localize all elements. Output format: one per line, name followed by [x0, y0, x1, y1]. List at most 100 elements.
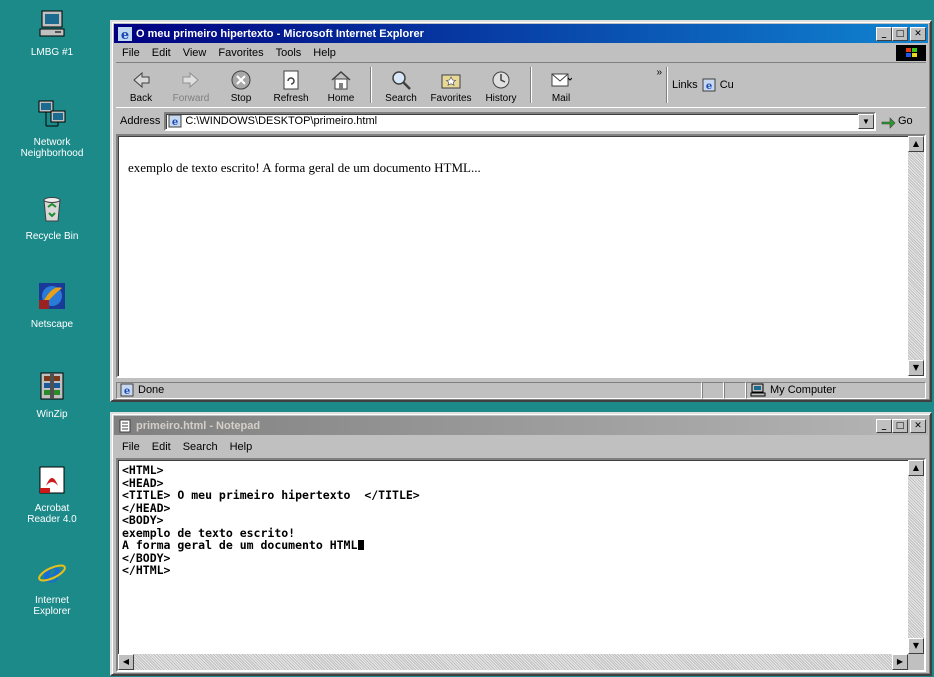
go-arrow-icon: [881, 117, 896, 129]
home-icon: [331, 70, 351, 90]
menu-help[interactable]: Help: [224, 441, 259, 453]
menu-tools[interactable]: Tools: [270, 47, 308, 59]
desktop-icon-label: LMBG #1: [30, 47, 74, 58]
maximize-button[interactable]: □: [892, 418, 908, 433]
page-icon: e: [168, 114, 182, 128]
minimize-button[interactable]: _: [876, 418, 892, 433]
notepad-horizontal-scrollbar[interactable]: ◀ ▶: [118, 654, 908, 670]
code-line: <TITLE> O meu primeiro hipertexto </TITL…: [122, 488, 420, 502]
notepad-text-area[interactable]: <HTML> <HEAD> <TITLE> O meu primeiro hiper…: [116, 458, 926, 672]
trash-icon: [43, 197, 61, 222]
network-neighborhood-icon[interactable]: Network Neighborhood: [6, 98, 98, 159]
scroll-left-button[interactable]: ◀: [118, 654, 134, 670]
ie-page-area: exemplo de texto escrito! A forma geral …: [116, 134, 926, 378]
netscape-icon[interactable]: Netscape: [6, 280, 98, 330]
scroll-up-button[interactable]: ▲: [908, 136, 924, 152]
notepad-small-icon: [119, 419, 131, 432]
network-icon: [38, 100, 66, 127]
menu-file[interactable]: File: [116, 47, 146, 59]
scroll-down-button[interactable]: ▼: [908, 638, 924, 654]
history-button[interactable]: History: [476, 64, 526, 106]
ie-addressbar: Address e C:\WINDOWS\DESKTOP\primeiro.ht…: [116, 110, 926, 132]
desktop-icon-label: Recycle Bin: [25, 231, 79, 242]
desktop-icon-label: Acrobat Reader 4.0: [27, 503, 77, 525]
stop-button[interactable]: Stop: [216, 64, 266, 106]
favorites-button[interactable]: Favorites: [426, 64, 476, 106]
forward-button[interactable]: Forward: [166, 64, 216, 106]
notepad-window: primeiro.html - Notepad _ □ ✕ File Edit …: [110, 412, 932, 676]
code-line: </HTML>: [122, 563, 171, 577]
desktop-icon-label: Network Neighborhood: [20, 137, 84, 159]
address-value: C:\WINDOWS\DESKTOP\primeiro.html: [185, 115, 378, 127]
page-icon: e: [120, 383, 134, 397]
menu-help[interactable]: Help: [307, 47, 342, 59]
back-arrow-icon: [133, 71, 150, 89]
internet-explorer-icon[interactable]: e Internet Explorer: [6, 556, 98, 617]
size-grip[interactable]: [908, 654, 924, 670]
notepad-vertical-scrollbar[interactable]: ▲ ▼: [908, 460, 924, 654]
address-dropdown-button[interactable]: ▼: [858, 113, 874, 129]
code-line: </BODY>: [122, 550, 171, 565]
address-input[interactable]: e C:\WINDOWS\DESKTOP\primeiro.html ▼: [164, 111, 876, 131]
history-icon: [492, 71, 510, 89]
ie-vertical-scrollbar[interactable]: ▲ ▼: [908, 136, 924, 376]
svg-text:e: e: [43, 556, 61, 588]
code-line: <BODY>: [122, 513, 164, 527]
search-button[interactable]: Search: [376, 64, 426, 106]
winzip-logo-icon: [40, 372, 64, 400]
status-text: Done: [138, 384, 165, 396]
my-computer-icon[interactable]: LMBG #1: [6, 8, 98, 58]
desktop: LMBG #1 Network Neighborhood Recycle Bin: [0, 0, 934, 677]
acrobat-reader-icon[interactable]: Acrobat Reader 4.0: [6, 464, 98, 525]
close-button[interactable]: ✕: [910, 418, 926, 433]
toolbar-chevron[interactable]: »: [586, 67, 662, 78]
ie-title: O meu primeiro hipertexto - Microsoft In…: [136, 27, 424, 40]
desktop-icon-label: WinZip: [36, 409, 68, 420]
maximize-button[interactable]: □: [892, 26, 908, 41]
ie-titlebar[interactable]: e O meu primeiro hipertexto - Microsoft …: [114, 24, 928, 43]
menu-file[interactable]: File: [116, 441, 146, 453]
ie-small-icon: e: [118, 26, 132, 41]
computer-icon: [39, 10, 65, 37]
go-button[interactable]: Go: [880, 113, 926, 129]
code-line-with-cursor: A forma geral de um documento HTML: [122, 539, 924, 552]
menu-favorites[interactable]: Favorites: [212, 47, 269, 59]
status-text-pane: e Done: [116, 381, 702, 399]
svg-text:e: e: [706, 81, 712, 92]
ie-menubar: File Edit View Favorites Tools Help: [116, 44, 926, 62]
close-button[interactable]: ✕: [910, 26, 926, 41]
mail-icon: [551, 73, 572, 87]
recycle-bin-icon[interactable]: Recycle Bin: [6, 192, 98, 242]
winzip-icon[interactable]: WinZip: [6, 370, 98, 420]
menu-view[interactable]: View: [177, 47, 213, 59]
zone-pane: My Computer: [746, 381, 926, 399]
scroll-down-button[interactable]: ▼: [908, 360, 924, 376]
forward-arrow-icon: [182, 71, 199, 89]
links-item[interactable]: Cu: [720, 79, 734, 91]
my-computer-small-icon: [750, 383, 766, 397]
windows-throbber-icon: [896, 45, 926, 61]
svg-text:e: e: [124, 386, 130, 397]
menu-edit[interactable]: Edit: [146, 441, 177, 453]
svg-text:e: e: [121, 28, 129, 41]
links-label[interactable]: Links: [672, 79, 698, 91]
zone-text: My Computer: [770, 384, 837, 396]
search-icon: [392, 71, 411, 90]
desktop-icon-label: Netscape: [30, 319, 74, 330]
refresh-button[interactable]: Refresh: [266, 64, 316, 106]
notepad-titlebar[interactable]: primeiro.html - Notepad _ □ ✕: [114, 416, 928, 435]
scroll-right-button[interactable]: ▶: [892, 654, 908, 670]
menu-search[interactable]: Search: [177, 441, 224, 453]
back-button[interactable]: Back: [116, 64, 166, 106]
ie-logo-icon: e: [38, 556, 66, 589]
home-button[interactable]: Home: [316, 64, 366, 106]
mail-button[interactable]: Mail: [536, 64, 586, 106]
notepad-text: <HTML> <HEAD> <TITLE> O meu primeiro hiper…: [118, 460, 924, 577]
page-body-text: exemplo de texto escrito! A forma geral …: [128, 160, 481, 175]
scroll-up-button[interactable]: ▲: [908, 460, 924, 476]
menu-edit[interactable]: Edit: [146, 47, 177, 59]
page-icon: e: [702, 78, 716, 92]
address-label: Address: [120, 115, 161, 127]
stop-icon: [231, 70, 251, 90]
minimize-button[interactable]: _: [876, 26, 892, 41]
